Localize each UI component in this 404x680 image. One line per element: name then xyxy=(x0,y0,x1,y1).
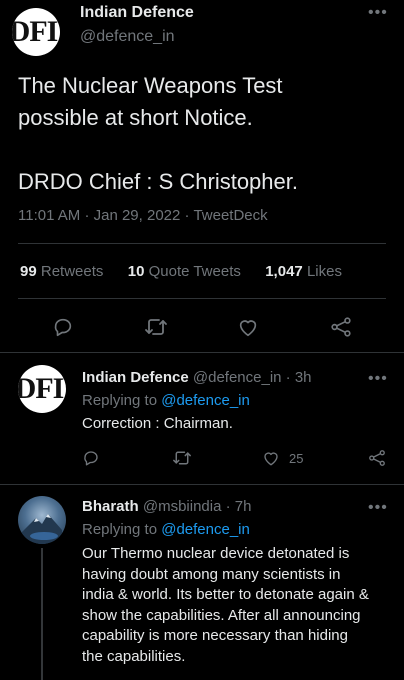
like-icon[interactable] xyxy=(237,316,259,338)
tweet-time[interactable]: 11:01 AM xyxy=(18,207,80,224)
reply-text-line: the capabilities. xyxy=(82,647,186,665)
avatar[interactable] xyxy=(18,496,66,544)
reply-header: Bharath @msbiindia · 7h xyxy=(82,498,252,515)
reply-icon[interactable] xyxy=(52,316,74,338)
author-display-name[interactable]: Indian Defence xyxy=(80,5,194,21)
replying-to-handle[interactable]: @defence_in xyxy=(161,392,250,409)
reply-text-line: Our Thermo nuclear device detonated is xyxy=(82,545,350,562)
retweets-stat[interactable]: 99 Retweets xyxy=(20,263,103,280)
author-handle[interactable]: @defence_in xyxy=(80,28,175,46)
reply-text: Our Thermo nuclear device detonated is h… xyxy=(82,544,369,667)
reply-text-line: india & world. Its better to detonate ag… xyxy=(82,586,369,603)
retweet-icon[interactable] xyxy=(172,449,192,467)
more-icon[interactable]: ••• xyxy=(368,5,388,21)
tweet-text-line: The Nuclear Weapons Test xyxy=(18,73,283,98)
avatar[interactable]: DFI xyxy=(12,8,60,56)
replying-to: Replying to @defence_in xyxy=(82,392,250,409)
divider xyxy=(0,352,404,353)
more-icon[interactable]: ••• xyxy=(368,500,388,516)
tweet-text: The Nuclear Weapons Test possible at sho… xyxy=(18,70,298,198)
thread-line xyxy=(41,548,43,680)
like-icon[interactable] xyxy=(262,449,280,467)
share-icon[interactable] xyxy=(367,449,387,467)
divider xyxy=(0,484,404,485)
reply-icon[interactable] xyxy=(82,449,100,467)
reply-time[interactable]: 7h xyxy=(235,498,252,515)
divider xyxy=(18,243,386,244)
reply-author-handle[interactable]: @defence_in xyxy=(193,369,282,386)
reply-author-handle[interactable]: @msbiindia xyxy=(143,498,222,515)
retweet-icon[interactable] xyxy=(144,316,168,338)
quote-tweets-stat[interactable]: 10 Quote Tweets xyxy=(128,263,241,280)
reply-author-name[interactable]: Indian Defence xyxy=(82,369,189,386)
divider xyxy=(18,298,386,299)
reply-author-name[interactable]: Bharath xyxy=(82,498,139,515)
reply-text-line: having doubt among many scientists in xyxy=(82,565,341,583)
tweet-source[interactable]: TweetDeck xyxy=(193,207,267,224)
avatar-text: DFI xyxy=(18,372,64,405)
tweet-meta: 11:01 AM · Jan 29, 2022 · TweetDeck xyxy=(18,207,268,224)
reply-text: Correction : Chairman. xyxy=(82,415,233,432)
avatar[interactable]: DFI xyxy=(18,365,66,413)
mountain-image xyxy=(22,514,62,544)
replying-to-handle[interactable]: @defence_in xyxy=(161,521,250,538)
likes-stat[interactable]: 1,047 Likes xyxy=(265,263,342,280)
tweet-text-line: possible at short Notice. xyxy=(18,105,253,130)
more-icon[interactable]: ••• xyxy=(368,371,388,387)
like-count: 25 xyxy=(289,451,304,466)
reply-header: Indian Defence @defence_in · 3h xyxy=(82,369,312,386)
replying-to: Replying to @defence_in xyxy=(82,521,250,538)
avatar-text: DFI xyxy=(12,15,58,48)
share-icon[interactable] xyxy=(329,316,353,338)
reply-time[interactable]: 3h xyxy=(295,369,312,386)
tweet-stats: 99 Retweets 10 Quote Tweets 1,047 Likes xyxy=(20,263,342,280)
tweet-date[interactable]: Jan 29, 2022 xyxy=(94,207,181,224)
reply-text-line: show the capabilities. After all announc… xyxy=(82,606,361,624)
reply-text-line: capability is more necessary than hiding xyxy=(82,627,348,644)
tweet-text-line: DRDO Chief : S Christopher. xyxy=(18,169,298,194)
